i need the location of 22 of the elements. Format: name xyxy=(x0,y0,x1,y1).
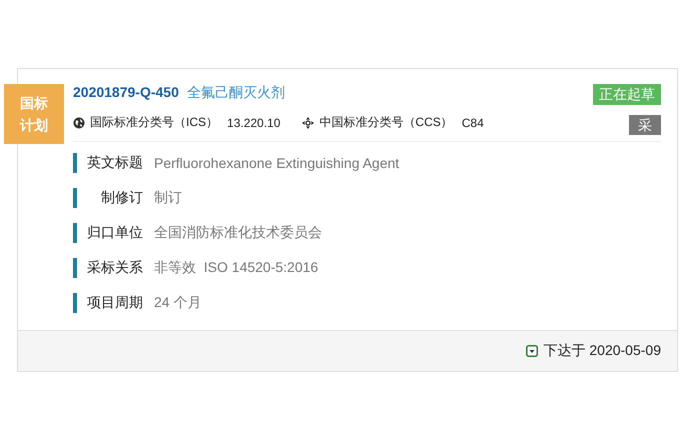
detail-label: 制修订 xyxy=(100,188,143,206)
classification-label: 国际标准分类号（ICS） xyxy=(90,114,218,131)
category-badge: 国标计划 xyxy=(4,84,64,144)
detail-label: 采标关系 xyxy=(86,258,143,276)
detail-value: 全国消防标准化技术委员会 xyxy=(154,224,322,242)
detail-label: 英文标题 xyxy=(86,154,143,172)
detail-value: 制订 xyxy=(154,188,182,206)
issue-date: 下达于 2020-05-09 xyxy=(543,342,661,360)
detail-label: 项目周期 xyxy=(86,294,143,312)
classification-value: 13.220.10 xyxy=(227,116,280,130)
detail-label: 归口单位 xyxy=(86,224,143,242)
adoption-badge: 采 xyxy=(629,115,661,135)
status-badge: 正在起草 xyxy=(593,84,661,105)
classification-label: 中国标准分类号（CCS） xyxy=(319,114,453,131)
plan-title-link[interactable]: 全氟己酮灭火剂 xyxy=(186,84,285,102)
detail-value: Perfluorohexanone Extinguishing Agent xyxy=(154,154,400,170)
crosshair-icon xyxy=(302,116,314,128)
globe-icon xyxy=(73,116,85,128)
plan-number-link[interactable]: 20201879-Q-450 xyxy=(73,84,179,100)
detail-value: 非等效 ISO 14520-5:2016 xyxy=(154,258,318,276)
classification-value: C84 xyxy=(462,116,484,130)
detail-value: 24 个月 xyxy=(154,294,202,312)
